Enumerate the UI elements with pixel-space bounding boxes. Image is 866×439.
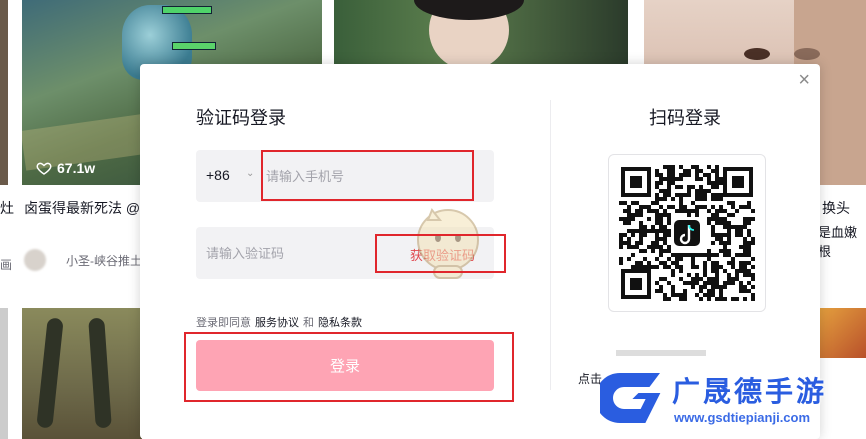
watermark-url: www.gsdtiepianji.com: [674, 410, 811, 425]
video-author[interactable]: 小圣-峡谷推土: [24, 249, 142, 271]
qr-hint-line: [616, 350, 766, 356]
sms-login-title: 验证码登录: [196, 108, 286, 128]
country-code-select[interactable]: +86: [206, 167, 230, 183]
video-thumbnail-partial[interactable]: [0, 0, 8, 185]
phone-input[interactable]: [266, 150, 486, 202]
heart-icon: [36, 162, 52, 175]
verification-code-input[interactable]: [206, 227, 376, 279]
chevron-down-icon[interactable]: ⌄: [246, 168, 254, 179]
video-thumbnail-partial[interactable]: [0, 308, 8, 439]
terms-link[interactable]: 服务协议: [255, 314, 299, 330]
phone-field: +86 ⌄: [196, 150, 494, 202]
like-count: 67.1w: [36, 160, 95, 176]
privacy-link[interactable]: 隐私条款: [318, 314, 362, 330]
video-thumbnail-drama[interactable]: [334, 0, 628, 66]
agreement-text: 登录即同意 服务协议 和 隐私条款: [196, 314, 362, 330]
video-title-partial[interactable]: 灶: [0, 198, 14, 218]
watermark: 广晟德手游 www.gsdtiepianji.com: [600, 366, 866, 439]
page: 67.1w 灶 卤蛋得最新死法 @ 换头 是血嫩根 画 小圣-峡谷推土 × 验证…: [0, 0, 866, 439]
avatar: [24, 249, 46, 271]
watermark-name: 广晟德手游: [672, 376, 828, 407]
video-title-partial-right[interactable]: 换头: [822, 198, 850, 218]
divider: [550, 100, 551, 390]
watermark-logo: [600, 371, 664, 425]
author-partial[interactable]: 画: [0, 256, 12, 273]
mascot-sticker: [417, 208, 479, 279]
login-button[interactable]: 登录: [196, 340, 494, 391]
qr-code: [608, 154, 766, 312]
video-title[interactable]: 卤蛋得最新死法 @: [24, 198, 140, 218]
video-title-partial-right-2[interactable]: 是血嫩根: [818, 222, 866, 260]
qr-code-image: [619, 165, 755, 301]
qr-hint: 点击: [578, 372, 603, 386]
close-icon[interactable]: ×: [798, 70, 810, 90]
video-thumbnail-creature[interactable]: [22, 308, 142, 439]
qr-login-title: 扫码登录: [649, 108, 721, 128]
video-thumbnail-food[interactable]: [812, 308, 866, 358]
